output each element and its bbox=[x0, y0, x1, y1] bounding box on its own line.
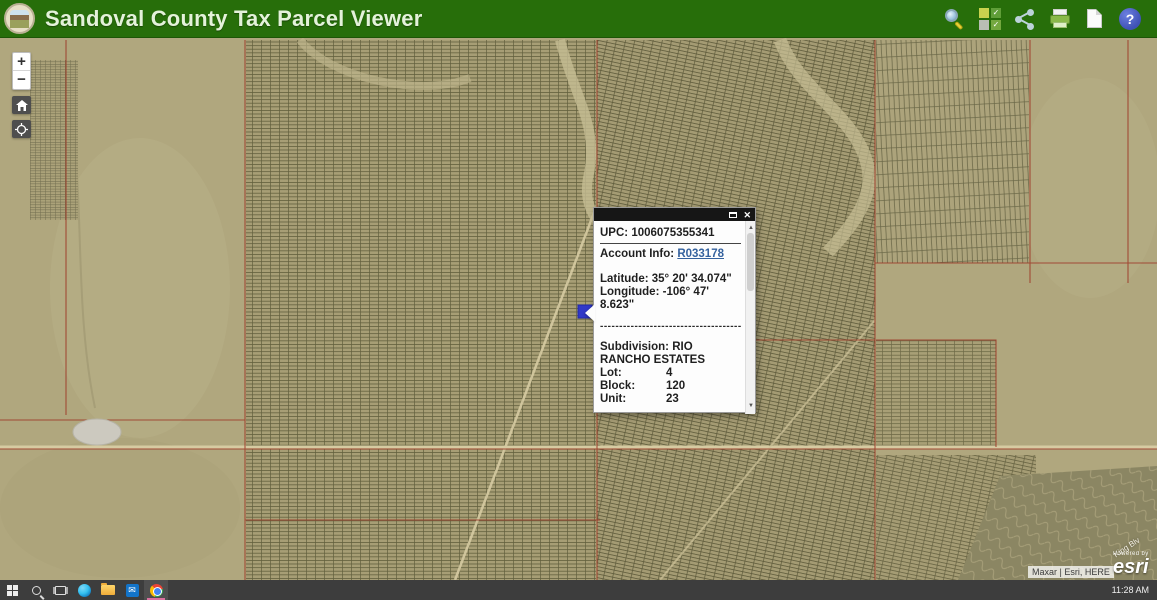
basemap-tile bbox=[979, 8, 989, 18]
lot-value: 4 bbox=[666, 367, 672, 380]
zoom-out-button[interactable]: − bbox=[13, 71, 30, 89]
mail-button[interactable]: ✉ bbox=[120, 580, 144, 600]
block-row: Block: 120 bbox=[600, 380, 741, 393]
basemap-tile bbox=[979, 20, 989, 30]
app-window: Sandoval County Tax Parcel Viewer ✓ ✓ bbox=[0, 0, 1157, 600]
parcel-info-popup: ✕ UPC: 1006075355341 Account Info: R0331… bbox=[593, 207, 756, 413]
document-icon-fold bbox=[1096, 9, 1102, 15]
separator-dashes: ----------------------------------------… bbox=[600, 320, 741, 333]
print-icon-tray bbox=[1053, 22, 1067, 28]
mail-icon: ✉ bbox=[126, 584, 139, 597]
print-icon-paper bbox=[1053, 9, 1067, 15]
search-icon-lens bbox=[945, 9, 958, 22]
print-icon[interactable] bbox=[1049, 8, 1071, 30]
windows-taskbar: ✉ 11:28 AM bbox=[0, 580, 1157, 600]
locate-icon bbox=[15, 123, 28, 136]
upc-value: 1006075355341 bbox=[631, 227, 714, 239]
esri-logo: Powered by esri bbox=[1113, 551, 1149, 577]
start-button[interactable] bbox=[0, 580, 24, 600]
close-icon[interactable]: ✕ bbox=[743, 210, 751, 220]
account-link[interactable]: R033178 bbox=[677, 248, 724, 260]
upc-row: UPC: 1006075355341 bbox=[600, 227, 741, 244]
basemap-grid-icon[interactable]: ✓ ✓ bbox=[979, 8, 1001, 30]
file-explorer-button[interactable] bbox=[96, 580, 120, 600]
chrome-icon bbox=[150, 584, 163, 597]
latitude-label: Latitude: bbox=[600, 273, 649, 285]
unit-label: Unit: bbox=[600, 393, 666, 406]
block-label: Block: bbox=[600, 380, 666, 393]
zoom-control: + − bbox=[12, 52, 31, 90]
share-link bbox=[1019, 18, 1030, 25]
separator-dashes: ----------------------------------------… bbox=[600, 410, 741, 414]
search-icon[interactable] bbox=[944, 8, 966, 30]
search-icon bbox=[32, 586, 41, 595]
account-label: Account Info: bbox=[600, 248, 674, 260]
help-icon[interactable]: ? bbox=[1119, 8, 1141, 30]
edge-icon bbox=[78, 584, 91, 597]
map-imagery bbox=[0, 38, 1157, 580]
subdivision-label: Subdivision: bbox=[600, 341, 669, 353]
unit-row: Unit: 23 bbox=[600, 393, 741, 406]
taskbar-clock[interactable]: 11:28 AM bbox=[1112, 585, 1157, 595]
popup-scrollbar[interactable]: ▲ ▼ bbox=[745, 221, 755, 414]
map-attribution: Maxar | Esri, HERE bbox=[1028, 566, 1114, 578]
longitude-label: Longitude: bbox=[600, 286, 659, 298]
scrollbar-thumb[interactable] bbox=[747, 233, 754, 291]
block-value: 120 bbox=[666, 380, 685, 393]
map-canvas[interactable]: King Blv Maxar | Esri, HERE Powered by e… bbox=[0, 38, 1157, 580]
task-view-button[interactable] bbox=[48, 580, 72, 600]
header-toolbar: ✓ ✓ ? bbox=[944, 8, 1157, 30]
unit-value: 23 bbox=[666, 393, 679, 406]
edge-button[interactable] bbox=[72, 580, 96, 600]
search-icon-handle bbox=[954, 21, 963, 30]
popup-content: UPC: 1006075355341 Account Info: R033178… bbox=[594, 221, 755, 414]
seal-art bbox=[10, 20, 29, 28]
document-icon[interactable] bbox=[1084, 8, 1106, 30]
scroll-down-icon[interactable]: ▼ bbox=[746, 400, 755, 413]
home-button[interactable] bbox=[12, 96, 31, 114]
locate-button[interactable] bbox=[12, 120, 31, 138]
longitude-row: Longitude: -106° 47' 8.623" bbox=[600, 286, 741, 312]
account-row: Account Info: R033178 bbox=[600, 248, 741, 261]
folder-icon bbox=[101, 585, 115, 595]
basemap-tile-checked: ✓ bbox=[991, 20, 1001, 30]
task-view-icon bbox=[55, 586, 66, 595]
document-icon-page bbox=[1087, 9, 1102, 28]
windows-logo-icon bbox=[7, 585, 18, 596]
page-title: Sandoval County Tax Parcel Viewer bbox=[45, 6, 423, 32]
subdivision-row: Subdivision: RIO RANCHO ESTATES bbox=[600, 341, 741, 367]
lot-label: Lot: bbox=[600, 367, 666, 380]
latitude-row: Latitude: 35° 20' 34.074" bbox=[600, 273, 741, 286]
taskbar-search-button[interactable] bbox=[24, 580, 48, 600]
home-icon bbox=[16, 100, 28, 111]
county-seal-logo bbox=[4, 3, 35, 34]
basemap-tile-checked: ✓ bbox=[991, 8, 1001, 18]
upc-label: UPC: bbox=[600, 227, 628, 239]
app-header: Sandoval County Tax Parcel Viewer ✓ ✓ bbox=[0, 0, 1157, 38]
popup-titlebar: ✕ bbox=[594, 208, 755, 221]
lot-row: Lot: 4 bbox=[600, 367, 741, 380]
zoom-in-button[interactable]: + bbox=[13, 53, 30, 71]
share-icon[interactable] bbox=[1014, 8, 1036, 30]
esri-powered-by: Powered by bbox=[1113, 551, 1149, 557]
latitude-value: 35° 20' 34.074" bbox=[652, 273, 732, 285]
esri-brand: esri bbox=[1113, 557, 1149, 577]
chrome-button[interactable] bbox=[144, 580, 168, 600]
maximize-icon[interactable] bbox=[729, 212, 737, 218]
